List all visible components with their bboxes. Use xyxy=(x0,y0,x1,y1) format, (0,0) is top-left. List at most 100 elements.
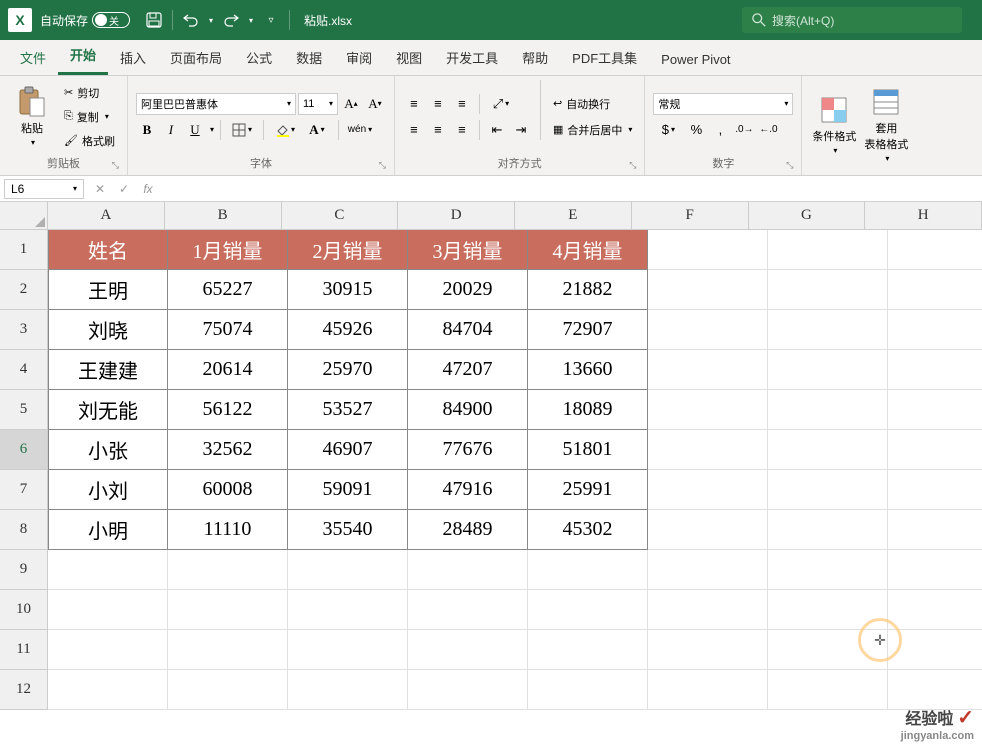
cell-E12[interactable] xyxy=(528,670,648,710)
align-bottom-button[interactable]: ≡ xyxy=(451,93,473,115)
cell-A3[interactable]: 刘晓 xyxy=(48,310,168,350)
cell-E11[interactable] xyxy=(528,630,648,670)
cell-C9[interactable] xyxy=(288,550,408,590)
cell-B11[interactable] xyxy=(168,630,288,670)
cell-A4[interactable]: 王建建 xyxy=(48,350,168,390)
cell-D6[interactable]: 77676 xyxy=(408,430,528,470)
cell-B12[interactable] xyxy=(168,670,288,710)
cell-F7[interactable] xyxy=(648,470,768,510)
cell-H9[interactable] xyxy=(888,550,982,590)
tab-数据[interactable]: 数据 xyxy=(284,40,334,75)
cell-A1[interactable]: 姓名 xyxy=(48,230,168,270)
cell-E3[interactable]: 72907 xyxy=(528,310,648,350)
cell-E2[interactable]: 21882 xyxy=(528,270,648,310)
cell-F4[interactable] xyxy=(648,350,768,390)
enter-formula-button[interactable]: ✓ xyxy=(112,182,136,196)
cell-D9[interactable] xyxy=(408,550,528,590)
col-header-H[interactable]: H xyxy=(865,202,982,230)
cell-A10[interactable] xyxy=(48,590,168,630)
tab-文件[interactable]: 文件 xyxy=(8,40,58,75)
cell-A2[interactable]: 王明 xyxy=(48,270,168,310)
col-header-E[interactable]: E xyxy=(515,202,632,230)
alignment-launcher[interactable]: ⤡ xyxy=(629,160,636,171)
redo-button[interactable] xyxy=(217,6,245,34)
cell-C6[interactable]: 46907 xyxy=(288,430,408,470)
cell-H8[interactable] xyxy=(888,510,982,550)
tab-插入[interactable]: 插入 xyxy=(108,40,158,75)
conditional-format-button[interactable]: 条件格式▾ xyxy=(810,80,858,169)
cell-B7[interactable]: 60008 xyxy=(168,470,288,510)
increase-indent-button[interactable]: ⇥ xyxy=(510,119,532,141)
cell-C8[interactable]: 35540 xyxy=(288,510,408,550)
tab-公式[interactable]: 公式 xyxy=(234,40,284,75)
cell-H2[interactable] xyxy=(888,270,982,310)
autosave-toggle[interactable]: 自动保存 关 xyxy=(40,12,130,29)
cell-F3[interactable] xyxy=(648,310,768,350)
decrease-decimal-button[interactable]: ←.0 xyxy=(757,119,779,141)
cell-F11[interactable] xyxy=(648,630,768,670)
cell-H7[interactable] xyxy=(888,470,982,510)
cell-F2[interactable] xyxy=(648,270,768,310)
cell-F1[interactable] xyxy=(648,230,768,270)
tab-开始[interactable]: 开始 xyxy=(58,37,108,75)
cell-G1[interactable] xyxy=(768,230,888,270)
undo-button[interactable] xyxy=(177,6,205,34)
cell-D2[interactable]: 20029 xyxy=(408,270,528,310)
cell-C12[interactable] xyxy=(288,670,408,710)
cell-B2[interactable]: 65227 xyxy=(168,270,288,310)
cell-C4[interactable]: 25970 xyxy=(288,350,408,390)
font-launcher[interactable]: ⤡ xyxy=(379,160,386,171)
cell-F9[interactable] xyxy=(648,550,768,590)
copy-button[interactable]: ⎘复制▾ xyxy=(60,106,119,128)
row-header-4[interactable]: 4 xyxy=(0,350,48,390)
cell-G5[interactable] xyxy=(768,390,888,430)
orientation-button[interactable]: ⤢▾ xyxy=(486,93,516,115)
cell-E6[interactable]: 51801 xyxy=(528,430,648,470)
increase-decimal-button[interactable]: .0→ xyxy=(733,119,755,141)
toggle-switch[interactable]: 关 xyxy=(92,12,130,28)
col-header-D[interactable]: D xyxy=(398,202,515,230)
row-header-8[interactable]: 8 xyxy=(0,510,48,550)
cell-C5[interactable]: 53527 xyxy=(288,390,408,430)
cell-H4[interactable] xyxy=(888,350,982,390)
cell-B4[interactable]: 20614 xyxy=(168,350,288,390)
col-header-G[interactable]: G xyxy=(749,202,866,230)
cell-A8[interactable]: 小明 xyxy=(48,510,168,550)
percent-button[interactable]: % xyxy=(685,119,707,141)
cell-D12[interactable] xyxy=(408,670,528,710)
cell-E5[interactable]: 18089 xyxy=(528,390,648,430)
col-header-C[interactable]: C xyxy=(282,202,399,230)
row-header-10[interactable]: 10 xyxy=(0,590,48,630)
cell-A6[interactable]: 小张 xyxy=(48,430,168,470)
merge-center-button[interactable]: ▦合并后居中▾ xyxy=(549,119,636,141)
tab-帮助[interactable]: 帮助 xyxy=(510,40,560,75)
row-header-2[interactable]: 2 xyxy=(0,270,48,310)
cell-B8[interactable]: 11110 xyxy=(168,510,288,550)
name-box[interactable]: L6▾ xyxy=(4,179,84,199)
cancel-formula-button[interactable]: ✕ xyxy=(88,182,112,196)
cell-H3[interactable] xyxy=(888,310,982,350)
comma-button[interactable]: , xyxy=(709,119,731,141)
cell-A9[interactable] xyxy=(48,550,168,590)
number-format-combo[interactable]: 常规▾ xyxy=(653,93,793,115)
cell-D1[interactable]: 3月销量 xyxy=(408,230,528,270)
row-header-5[interactable]: 5 xyxy=(0,390,48,430)
cell-G8[interactable] xyxy=(768,510,888,550)
cell-B9[interactable] xyxy=(168,550,288,590)
fill-color-button[interactable]: ▾ xyxy=(270,119,300,141)
bold-button[interactable]: B xyxy=(136,119,158,141)
increase-font-button[interactable]: A▴ xyxy=(340,93,362,115)
tab-页面布局[interactable]: 页面布局 xyxy=(158,40,234,75)
cell-C10[interactable] xyxy=(288,590,408,630)
cell-E10[interactable] xyxy=(528,590,648,630)
tab-开发工具[interactable]: 开发工具 xyxy=(434,40,510,75)
cell-H6[interactable] xyxy=(888,430,982,470)
row-header-3[interactable]: 3 xyxy=(0,310,48,350)
col-header-A[interactable]: A xyxy=(48,202,165,230)
cell-G4[interactable] xyxy=(768,350,888,390)
cell-C11[interactable] xyxy=(288,630,408,670)
wrap-text-button[interactable]: ↩自动换行 xyxy=(549,93,636,115)
cell-C7[interactable]: 59091 xyxy=(288,470,408,510)
align-top-button[interactable]: ≡ xyxy=(403,93,425,115)
cell-F12[interactable] xyxy=(648,670,768,710)
